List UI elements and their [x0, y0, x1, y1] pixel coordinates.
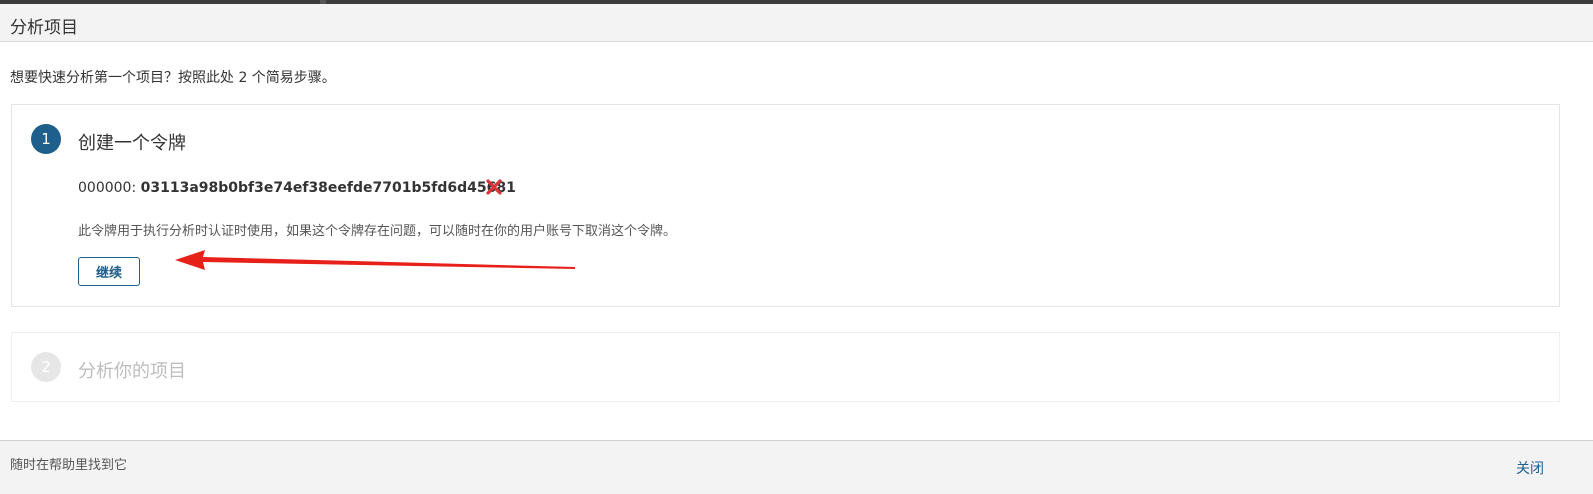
step-1-number-badge: 1: [31, 124, 61, 154]
red-annotation-arrow: [175, 250, 575, 270]
intro-text: 想要快速分析第一个项目？按照此处 2 个简易步骤。: [10, 70, 336, 86]
continue-button[interactable]: 继续: [78, 257, 140, 286]
step-1-title: 创建一个令牌: [78, 133, 186, 154]
dialog-footer: 随时在帮助里找到它 关闭: [0, 440, 1593, 494]
token-line: 000000: 03113a98b0bf3e74ef38eefde7701b5f…: [78, 180, 516, 196]
step-2-panel: 2 分析你的项目: [11, 332, 1560, 402]
step-2-number-badge: 2: [31, 352, 61, 382]
delete-token-icon[interactable]: [484, 177, 504, 197]
token-description: 此令牌用于执行分析时认证时使用，如果这个令牌存在问题，可以随时在你的用户账号下取…: [78, 224, 677, 239]
step-2-title: 分析你的项目: [78, 361, 186, 382]
token-value: 03113a98b0bf3e74ef38eefde7701b5fd6d45681: [140, 180, 516, 196]
token-label: 000000:: [78, 180, 141, 196]
dialog-header: 分析项目: [0, 4, 1593, 42]
dialog-title: 分析项目: [10, 18, 78, 38]
footer-help-text: 随时在帮助里找到它: [10, 458, 128, 473]
close-link[interactable]: 关闭: [1516, 458, 1544, 478]
